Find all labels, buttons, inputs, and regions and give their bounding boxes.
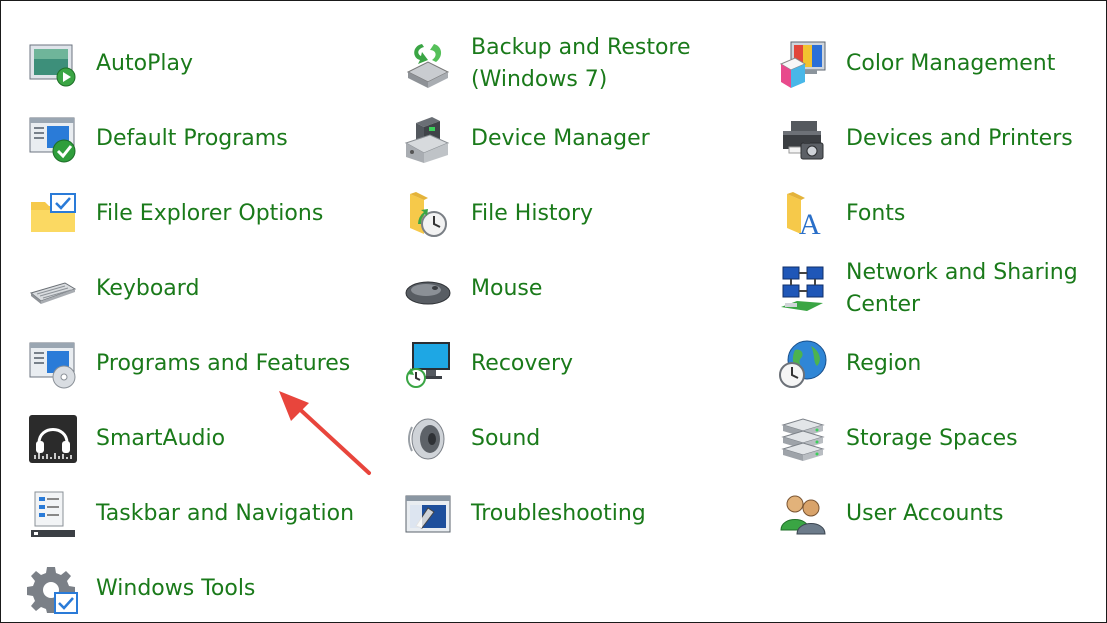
item-device-manager[interactable]: Device Manager [402, 101, 777, 176]
file-history-icon [402, 188, 454, 240]
item-label: Recovery [471, 350, 574, 376]
item-color-management[interactable]: Color Management [777, 26, 1106, 101]
headphones-icon [27, 413, 79, 465]
item-label: Color Management [846, 50, 1056, 76]
troubleshooting-icon [402, 488, 454, 540]
item-label: Sound [471, 425, 541, 451]
item-recovery[interactable]: Recovery [402, 326, 777, 401]
speaker-icon [402, 413, 454, 465]
color-management-icon [777, 38, 829, 90]
item-label: Backup and Restore (Windows 7) [471, 34, 691, 92]
item-fonts[interactable]: A Fonts [777, 176, 1106, 251]
item-sound[interactable]: Sound [402, 401, 777, 476]
gear-icon [27, 563, 79, 615]
control-panel-window: AutoPlay Backup and Restore (Windows 7) … [0, 0, 1107, 623]
mouse-icon [402, 263, 454, 315]
autoplay-icon [27, 38, 79, 90]
item-label: File History [471, 200, 594, 226]
item-smartaudio[interactable]: SmartAudio [27, 401, 402, 476]
item-label: Device Manager [471, 125, 650, 151]
item-label: Keyboard [96, 275, 200, 301]
item-label: Fonts [846, 200, 906, 226]
item-user-accounts[interactable]: User Accounts [777, 476, 1106, 551]
item-file-explorer-options[interactable]: File Explorer Options [27, 176, 402, 251]
item-label: Region [846, 350, 922, 376]
item-label: Troubleshooting [471, 500, 646, 526]
item-windows-tools[interactable]: Windows Tools [27, 551, 402, 622]
item-label: Taskbar and Navigation [96, 500, 355, 526]
storage-drives-icon [777, 413, 829, 465]
users-icon [777, 488, 829, 540]
fonts-icon: A [777, 188, 829, 240]
item-network-sharing[interactable]: Network and Sharing Center [777, 251, 1106, 326]
keyboard-icon [27, 263, 79, 315]
item-label: Devices and Printers [846, 125, 1073, 151]
item-autoplay[interactable]: AutoPlay [27, 26, 402, 101]
item-label: AutoPlay [96, 50, 193, 76]
item-label: Storage Spaces [846, 425, 1018, 451]
item-programs-features[interactable]: Programs and Features [27, 326, 402, 401]
svg-text:A: A [799, 208, 821, 240]
item-default-programs[interactable]: Default Programs [27, 101, 402, 176]
taskbar-icon [27, 488, 79, 540]
item-label: File Explorer Options [96, 200, 324, 226]
item-backup-restore[interactable]: Backup and Restore (Windows 7) [402, 26, 777, 101]
item-taskbar-navigation[interactable]: Taskbar and Navigation [27, 476, 402, 551]
item-label: Default Programs [96, 125, 288, 151]
item-troubleshooting[interactable]: Troubleshooting [402, 476, 777, 551]
item-label: Network and Sharing Center [846, 259, 1078, 317]
item-label: Programs and Features [96, 350, 351, 376]
item-storage-spaces[interactable]: Storage Spaces [777, 401, 1106, 476]
globe-clock-icon [777, 338, 829, 390]
item-devices-printers[interactable]: Devices and Printers [777, 101, 1106, 176]
printer-icon [777, 113, 829, 165]
item-label: Mouse [471, 275, 543, 301]
item-keyboard[interactable]: Keyboard [27, 251, 402, 326]
item-label: User Accounts [846, 500, 1004, 526]
default-programs-icon [27, 113, 79, 165]
network-icon [777, 263, 829, 315]
device-manager-icon [402, 113, 454, 165]
item-mouse[interactable]: Mouse [402, 251, 777, 326]
programs-features-icon [27, 338, 79, 390]
backup-restore-icon [402, 38, 454, 90]
item-region[interactable]: Region [777, 326, 1106, 401]
folder-options-icon [27, 188, 79, 240]
item-label: Windows Tools [96, 575, 256, 601]
item-label: SmartAudio [96, 425, 226, 451]
item-file-history[interactable]: File History [402, 176, 777, 251]
control-panel-items: AutoPlay Backup and Restore (Windows 7) … [27, 26, 1106, 622]
recovery-icon [402, 338, 454, 390]
